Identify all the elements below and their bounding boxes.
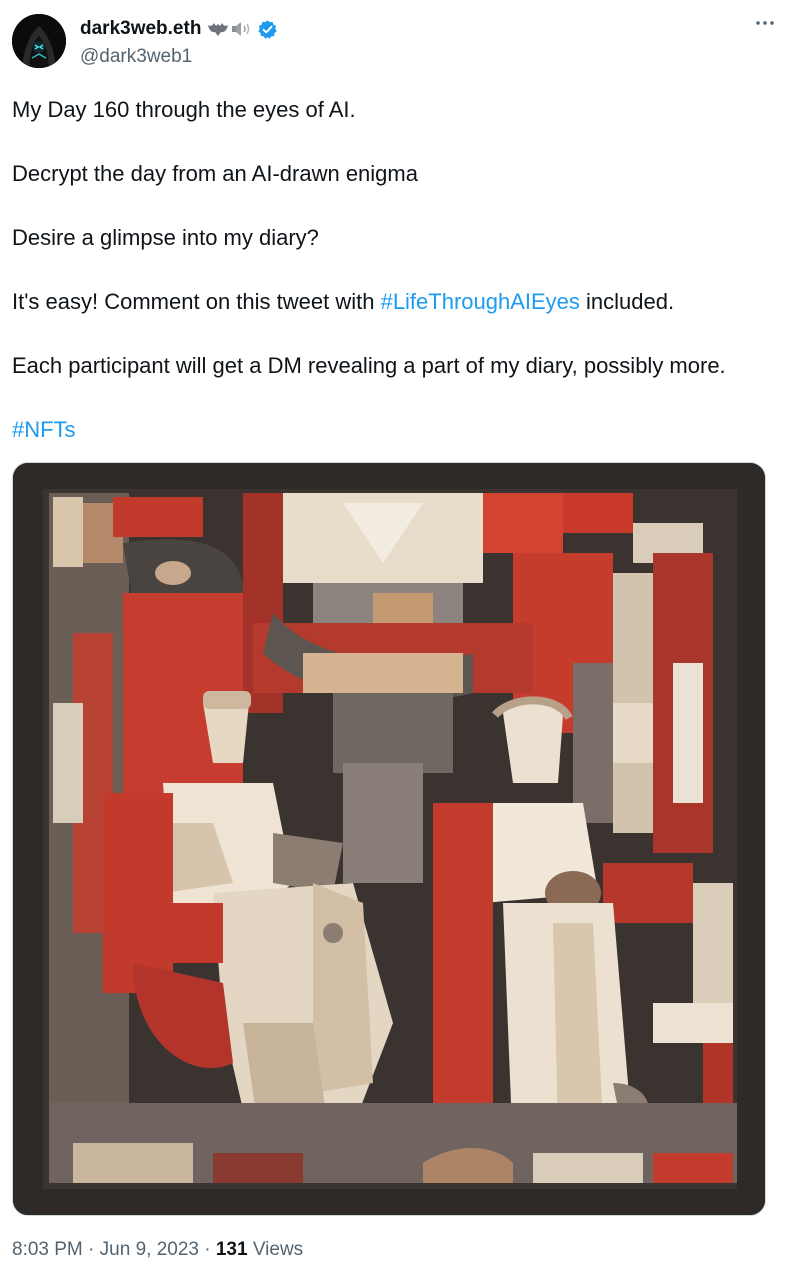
hooded-figure-avatar-icon (12, 14, 66, 68)
avatar[interactable] (12, 14, 66, 68)
tweet-line-4-before: It's easy! Comment on this tweet with (12, 289, 381, 314)
tweet-text: My Day 160 through the eyes of AI. Decry… (12, 95, 782, 479)
tweet-card: dark3web.eth @dark3web1 My Day 160 throu… (0, 0, 798, 1276)
cubist-artwork-image (13, 463, 765, 1215)
verified-badge-icon (257, 19, 278, 40)
tweet-line-1: My Day 160 through the eyes of AI. (12, 97, 356, 122)
views-count[interactable]: 131 (216, 1239, 248, 1260)
tweet-line-4-after: included. (579, 289, 675, 314)
author-block: dark3web.eth @dark3web1 (80, 16, 278, 68)
hashtag-lifethroughaieyes[interactable]: #LifeThroughAIEyes (381, 289, 580, 314)
tweet-line-4: It's easy! Comment on this tweet with #L… (12, 287, 782, 317)
bat-icon (207, 21, 229, 37)
tweet-line-2: Decrypt the day from an AI-drawn enigma (12, 161, 418, 186)
tweet-time[interactable]: 8:03 PM (12, 1239, 83, 1260)
tweet-line-3: Desire a glimpse into my diary? (12, 225, 319, 250)
tweet-date[interactable]: Jun 9, 2023 (100, 1239, 199, 1260)
more-horizontal-icon[interactable] (754, 12, 776, 39)
meta-separator-1: · (82, 1239, 100, 1260)
name-row: dark3web.eth (80, 16, 278, 42)
display-name[interactable]: dark3web.eth (80, 18, 201, 40)
tweet-meta: 8:03 PM · Jun 9, 2023 · 131 Views (12, 1239, 303, 1261)
tweet-media-image[interactable] (12, 462, 766, 1216)
tweet-line-5: Each participant will get a DM revealing… (12, 353, 726, 378)
meta-separator-2: · (198, 1239, 216, 1260)
views-label: Views (247, 1239, 304, 1260)
handle[interactable]: @dark3web1 (80, 46, 278, 68)
speaker-icon (231, 20, 253, 38)
hashtag-nfts[interactable]: #NFTs (12, 417, 76, 442)
tweet-hashtag-line: #NFTs (12, 415, 782, 445)
